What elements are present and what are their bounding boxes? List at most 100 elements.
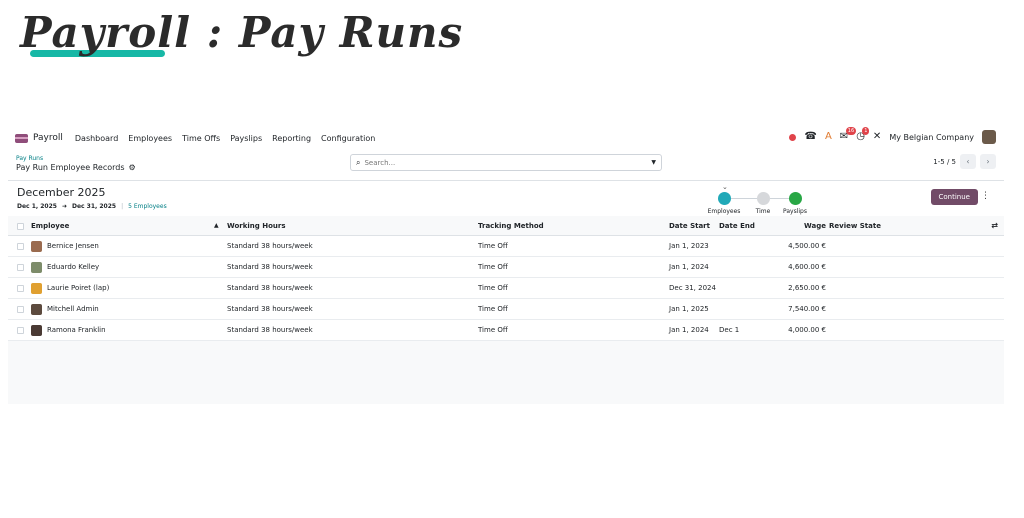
table-row[interactable]: Laurie Poiret (lap) Standard 38 hours/wee… [8,278,1004,299]
nav-configuration[interactable]: Configuration [321,134,375,143]
more-options-icon[interactable]: ⋮ [981,191,990,201]
messages-badge: 16 [845,127,857,135]
gear-icon[interactable]: ⚙ [129,163,136,172]
employee-list: Employee ▲ Working Hours Tracking Method… [8,216,1004,341]
nav-payslips[interactable]: Payslips [230,134,262,143]
nav-dashboard[interactable]: Dashboard [75,134,118,143]
wage-cell[interactable]: 4,000.00 € [788,320,826,340]
employee-cell[interactable]: Eduardo Kelley [31,257,99,277]
table-row[interactable]: Bernice Jensen Standard 38 hours/week Time… [8,236,1004,257]
sort-asc-icon: ▲ [214,222,219,229]
arrow-right-icon: ➜ [61,203,67,210]
employee-avatar [31,282,42,294]
phone-icon[interactable]: ☎ [804,132,816,142]
step-time-dot[interactable] [757,192,770,205]
step-payslips-label: Payslips [783,208,807,215]
activity-badge: 1 [862,127,870,135]
date-start-cell[interactable]: Jan 1, 2024 [669,320,709,340]
date-end-cell[interactable]: Dec 1 [719,320,739,340]
table-row[interactable]: Eduardo Kelley Standard 38 hours/week Time… [8,257,1004,278]
page-title: Pay Run Employee Records ⚙ [16,163,136,172]
nav-reporting[interactable]: Reporting [272,134,311,143]
col-date-start[interactable]: Date Start [669,216,710,236]
working-hours-cell[interactable]: Standard 38 hours/week [227,299,313,319]
employee-name: Eduardo Kelley [47,263,100,271]
wage-cell[interactable]: 4,500.00 € [788,236,826,256]
wage-cell[interactable]: 4,600.00 € [788,257,826,277]
pager: 1-5 / 5 ‹ › [933,154,996,169]
employee-cell[interactable]: Bernice Jensen [31,236,99,256]
employee-avatar [31,303,42,315]
breadcrumb[interactable]: Pay Runs [16,155,43,162]
row-checkbox[interactable] [17,243,24,250]
wage-cell[interactable]: 2,650.00 € [788,278,826,298]
page-title-text: Pay Run Employee Records [16,163,125,172]
date-start-cell[interactable]: Jan 1, 2023 [669,236,709,256]
row-checkbox[interactable] [17,285,24,292]
navbar-systray: ☎ A ✉ 16 ◷ 1 ✕ My Belgian Company [789,127,996,144]
step-connector [730,198,758,199]
pager-previous-button[interactable]: ‹ [960,154,976,169]
pager-next-button[interactable]: › [980,154,996,169]
continue-button[interactable]: Continue [930,189,978,205]
messages-icon[interactable]: ✉ 16 [840,127,857,142]
pay-run-period: Dec 1, 2025 ➜ Dec 31, 2025 | 5 Employees [17,203,167,210]
col-review-state[interactable]: Review State [829,216,881,236]
step-time-label: Time [755,208,771,215]
working-hours-cell[interactable]: Standard 38 hours/week [227,278,313,298]
nav-employees[interactable]: Employees [128,134,172,143]
employee-name: Mitchell Admin [47,305,99,313]
step-employees-dot[interactable] [718,192,731,205]
employee-cell[interactable]: Mitchell Admin [31,299,99,319]
recording-dot-icon[interactable] [789,133,797,141]
period-end: Dec 31, 2025 [71,203,117,210]
search-icon: ⌕ [356,157,361,167]
working-hours-cell[interactable]: Standard 38 hours/week [227,257,313,277]
hero-title: Payroll : Pay Runs [20,8,464,57]
date-start-cell[interactable]: Jan 1, 2024 [669,257,709,277]
date-start-cell[interactable]: Jan 1, 2025 [669,299,709,319]
search-options-caret-icon[interactable]: ▼ [651,159,656,166]
working-hours-cell[interactable]: Standard 38 hours/week [227,236,313,256]
col-employee[interactable]: Employee [31,216,69,236]
col-date-end[interactable]: Date End [719,216,755,236]
select-all-checkbox[interactable] [17,223,24,230]
table-row[interactable]: Ramona Franklin Standard 38 hours/week Tim… [8,320,1004,341]
ai-icon[interactable]: A [825,132,832,142]
nav-time-offs[interactable]: Time Offs [182,134,220,143]
employee-name: Laurie Poiret (lap) [47,284,110,292]
optional-columns-icon[interactable]: ⇄ [991,216,998,236]
employee-cell[interactable]: Ramona Franklin [31,320,106,340]
tracking-method-cell[interactable]: Time Off [478,236,508,256]
table-row[interactable]: Mitchell Admin Standard 38 hours/week Time… [8,299,1004,320]
pay-run-title: December 2025 [17,186,106,199]
tracking-method-cell[interactable]: Time Off [478,257,508,277]
activity-clock-icon[interactable]: ◷ 1 [856,127,870,142]
col-wage[interactable]: Wage [804,216,826,236]
payroll-app-icon[interactable] [15,133,28,143]
col-tracking-method[interactable]: Tracking Method [478,216,544,236]
date-start-cell[interactable]: Dec 31, 2024 [669,278,716,298]
row-checkbox[interactable] [17,327,24,334]
tracking-method-cell[interactable]: Time Off [478,278,508,298]
list-empty-area [8,341,1004,404]
col-working-hours[interactable]: Working Hours [227,216,286,236]
row-checkbox[interactable] [17,264,24,271]
tracking-method-cell[interactable]: Time Off [478,299,508,319]
search-input[interactable] [364,158,652,167]
pay-run-header: December 2025 Dec 1, 2025 ➜ Dec 31, 2025… [8,180,1004,216]
company-switcher[interactable]: My Belgian Company [889,133,974,142]
employee-name: Bernice Jensen [47,242,99,250]
step-payslips-dot[interactable] [789,192,802,205]
employee-count-link[interactable]: 5 Employees [128,203,167,210]
user-avatar[interactable] [982,130,996,144]
wage-cell[interactable]: 7,540.00 € [788,299,826,319]
row-checkbox[interactable] [17,306,24,313]
app-name[interactable]: Payroll [33,133,63,143]
working-hours-cell[interactable]: Standard 38 hours/week [227,320,313,340]
pager-value[interactable]: 1-5 / 5 [933,158,956,166]
tracking-method-cell[interactable]: Time Off [478,320,508,340]
employee-cell[interactable]: Laurie Poiret (lap) [31,278,109,298]
tools-icon[interactable]: ✕ [873,132,881,142]
step-employees-label: Employees [707,208,741,215]
